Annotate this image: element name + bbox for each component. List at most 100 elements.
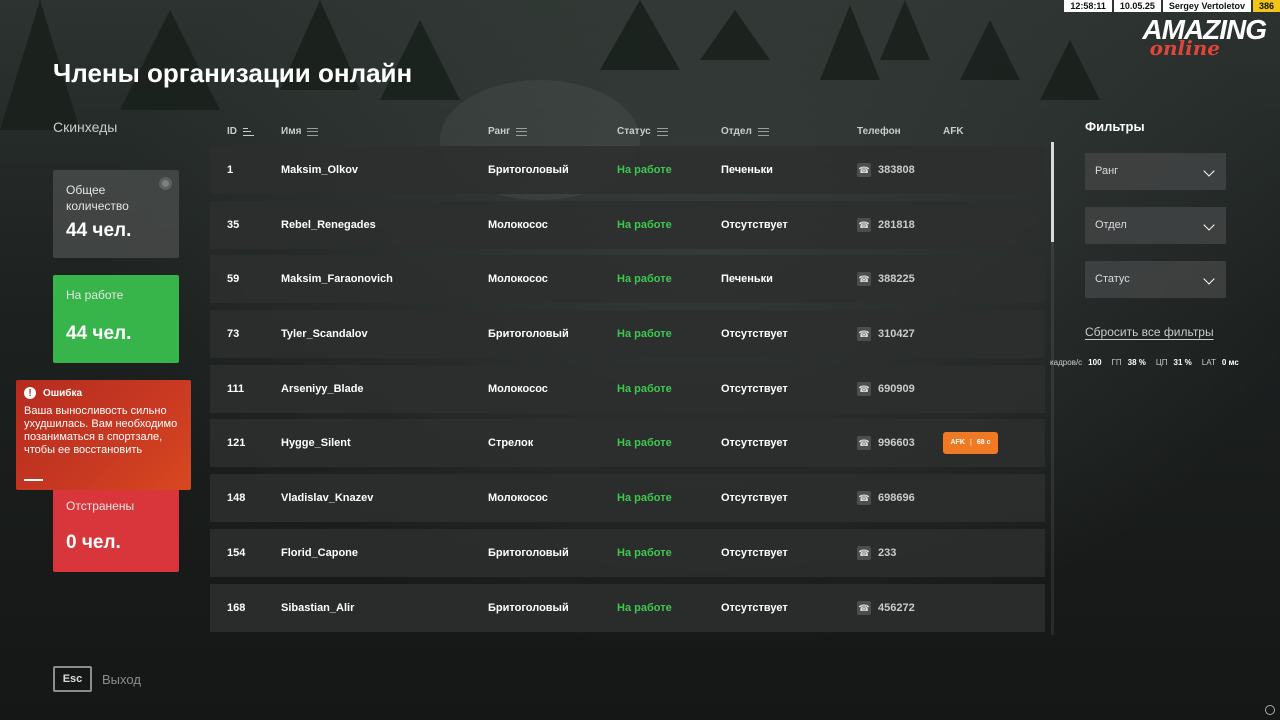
table-row[interactable]: 1 Maksim_Olkov Бритоголовый На работе Печень… — [210, 146, 1045, 194]
member-status: На работе — [617, 164, 672, 176]
table-row[interactable]: 59 Maksim_Faraonovich Молокосос На работе Пе… — [210, 255, 1045, 304]
column-header-afk: AFK — [943, 126, 964, 137]
phone-icon: ☎ — [857, 381, 871, 396]
member-id: 1 — [227, 164, 234, 176]
settings-icon[interactable] — [1265, 705, 1275, 715]
member-dept: Отсутствует — [721, 601, 788, 614]
column-header-rank[interactable]: Ранг — [488, 126, 528, 137]
exit-label[interactable]: Выход — [102, 672, 141, 687]
member-rank: Молокосос — [488, 492, 548, 505]
logo: AMAZING online — [1114, 14, 1267, 60]
member-id: 73 — [227, 328, 240, 341]
member-phone[interactable]: ☎ 456272 — [857, 584, 915, 632]
afk-separator: | — [969, 439, 972, 447]
member-phone-number: 233 — [878, 546, 897, 559]
table-scrollbar[interactable] — [1051, 142, 1054, 635]
phone-icon: ☎ — [857, 272, 871, 287]
sort-icon — [243, 127, 254, 136]
filter-rank-label: Ранг — [1095, 165, 1119, 177]
member-phone-number: 388225 — [878, 273, 915, 286]
member-phone-number: 996603 — [878, 437, 915, 450]
stat-card-total[interactable]: Общее количество 44 чел. — [53, 170, 179, 258]
member-id: 121 — [227, 437, 246, 450]
column-header-id[interactable]: ID — [227, 126, 254, 137]
lat-label: LAT — [1201, 358, 1216, 367]
filter-rank-dropdown[interactable]: Ранг — [1085, 153, 1226, 190]
filter-status-label: Статус — [1095, 273, 1130, 285]
filter-dept-dropdown[interactable]: Отдел — [1085, 207, 1226, 244]
table-row[interactable]: 148 Vladislav_Knazev Молокосос На работе Отс… — [210, 474, 1045, 523]
column-header-phone: Телефон — [857, 126, 901, 137]
filters-title: Фильтры — [1085, 119, 1145, 134]
table-row[interactable]: 154 Florid_Capone Бритоголовый На работе Отс… — [210, 528, 1045, 577]
member-status: На работе — [617, 273, 672, 286]
member-name: Tyler_Scandalov — [281, 328, 368, 341]
member-phone[interactable]: ☎ 698696 — [857, 474, 915, 522]
member-rank: Бритоголовый — [488, 546, 569, 559]
stat-removed-value: 0 чел. — [66, 532, 121, 553]
member-rank: Бритоголовый — [488, 164, 569, 176]
filter-dept-label: Отдел — [1095, 219, 1127, 231]
scrollbar-thumb[interactable] — [1051, 142, 1054, 242]
member-phone[interactable]: ☎ 233 — [857, 529, 896, 577]
table-row[interactable]: 111 Arseniyy_Blade Молокосос На работе Отсут… — [210, 364, 1045, 413]
member-id: 35 — [227, 218, 240, 231]
top-hud: 12:58:11 10.05.25 Sergey Vertoletov 386 — [1062, 0, 1280, 12]
table-row[interactable]: 168 Sibastian_Alir Бритоголовый На работе От… — [210, 583, 1045, 632]
phone-icon: ☎ — [857, 600, 871, 615]
gpu-value: 38 % — [1127, 358, 1146, 367]
member-phone[interactable]: ☎ 388225 — [857, 255, 915, 303]
member-phone-number: 310427 — [878, 328, 915, 341]
column-id-label: ID — [227, 126, 237, 137]
table-row[interactable]: 35 Rebel_Renegades Молокосос На работе Отсут… — [210, 200, 1045, 249]
member-status: На работе — [617, 546, 672, 559]
lat-value: 0 мс — [1221, 358, 1239, 367]
member-phone[interactable]: ☎ 383808 — [857, 146, 915, 194]
members-table: 1 Maksim_Olkov Бритоголовый На работе Печень… — [210, 146, 1045, 638]
member-dept: Печеньки — [721, 164, 773, 176]
column-header-dept[interactable]: Отдел — [721, 126, 769, 137]
member-phone[interactable]: ☎ 996603 — [857, 419, 915, 467]
chevron-down-icon — [1203, 219, 1215, 231]
member-rank: Бритоголовый — [488, 328, 569, 341]
member-phone[interactable]: ☎ 281818 — [857, 201, 915, 249]
phone-icon: ☎ — [857, 163, 871, 177]
member-rank: Молокосос — [488, 218, 548, 231]
member-phone[interactable]: ☎ 690909 — [857, 365, 915, 413]
member-id: 154 — [227, 546, 246, 559]
member-name: Florid_Capone — [281, 546, 359, 559]
member-name: Maksim_Faraonovich — [281, 273, 393, 286]
error-notification: ! Ошибка Ваша выносливость сильно ухудши… — [16, 380, 191, 490]
column-afk-label: AFK — [943, 126, 964, 137]
member-rank: Молокосос — [488, 382, 548, 395]
member-id: 168 — [227, 601, 246, 614]
member-name: Vladislav_Knazev — [281, 492, 374, 505]
error-progress-bar — [24, 479, 43, 481]
table-row[interactable]: 73 Tyler_Scandalov Бритоголовый На работе От… — [210, 310, 1045, 359]
afk-badge: AFK | 68 с — [943, 432, 998, 455]
member-phone[interactable]: ☎ 310427 — [857, 310, 915, 358]
column-header-name[interactable]: Имя — [281, 126, 319, 137]
member-status: На работе — [617, 218, 672, 231]
table-row[interactable]: 121 Hygge_Silent Стрелок На работе Отсутству… — [210, 419, 1045, 468]
hud-date: 10.05.25 — [1113, 0, 1161, 12]
hud-time: 12:58:11 — [1064, 0, 1112, 12]
filter-status-dropdown[interactable]: Статус — [1085, 261, 1226, 298]
column-rank-label: Ранг — [488, 126, 511, 137]
stat-removed-label: Отстранены — [66, 499, 135, 513]
stat-total-value: 44 чел. — [66, 220, 132, 241]
member-name: Maksim_Olkov — [281, 164, 359, 176]
member-name: Rebel_Renegades — [281, 218, 376, 231]
phone-icon: ☎ — [857, 217, 871, 232]
column-name-label: Имя — [281, 126, 302, 137]
stat-work-value: 44 чел. — [66, 323, 132, 344]
member-dept: Отсутствует — [721, 437, 788, 450]
stat-card-at-work[interactable]: На работе 44 чел. — [53, 275, 179, 363]
member-dept: Отсутствует — [721, 382, 788, 395]
column-header-status[interactable]: Статус — [617, 126, 668, 137]
member-phone-number: 383808 — [878, 164, 915, 176]
phone-icon: ☎ — [857, 491, 871, 506]
esc-button[interactable]: Esc — [53, 666, 92, 692]
performance-overlay: кадров/с 100 ГП 38 % ЦП 31 % LAT 0 мс — [1050, 358, 1249, 367]
reset-filters-link[interactable]: Сбросить все фильтры — [1085, 325, 1214, 339]
